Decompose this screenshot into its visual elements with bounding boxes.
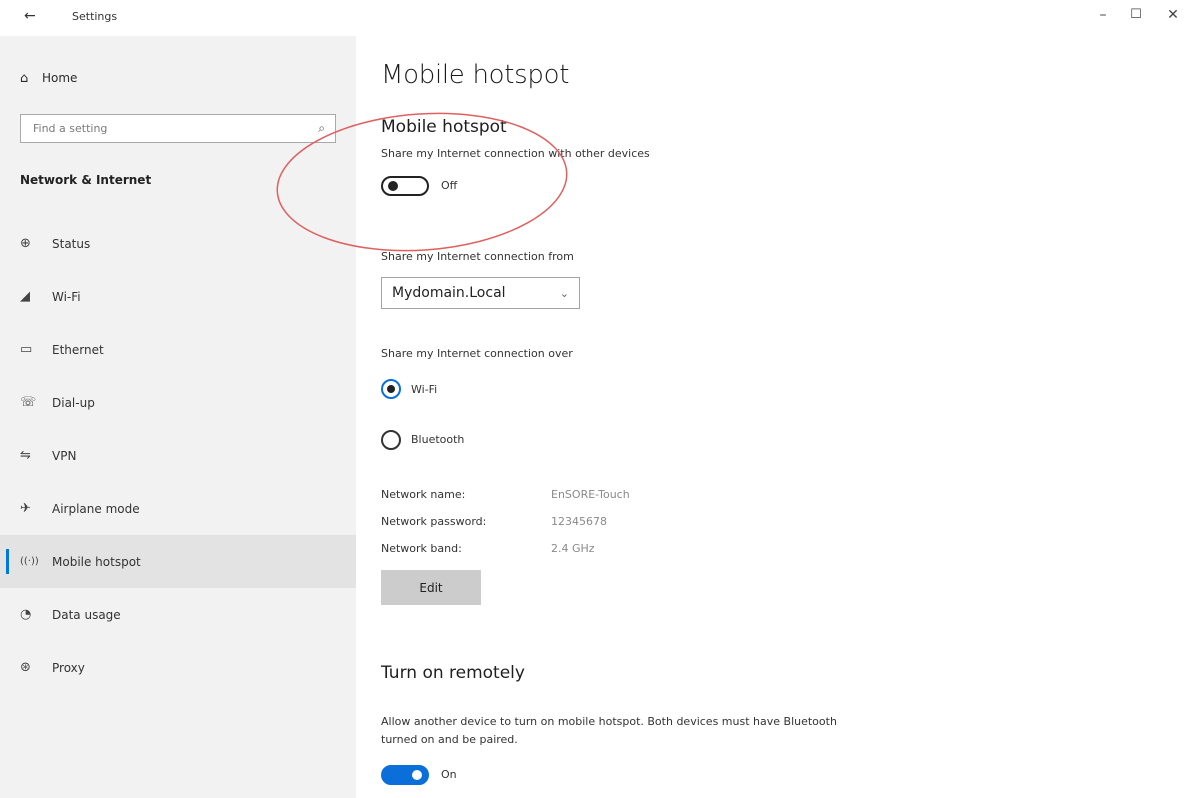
sidebar-item-dialup[interactable]: ☏ Dial-up: [0, 376, 356, 429]
sidebar-item-label: Proxy: [52, 660, 85, 675]
toggle-knob: [412, 770, 422, 780]
wifi-radio-label[interactable]: Wi-Fi: [411, 383, 437, 396]
close-button[interactable]: ✕: [1163, 7, 1183, 23]
sidebar-nav: ⊕ Status ◢ Wi-Fi ▭ Ethernet ☏ Dial-up ⇋ …: [0, 217, 356, 694]
sidebar-item-mobile-hotspot[interactable]: ((·)) Mobile hotspot: [0, 535, 356, 588]
radio-dot: [387, 385, 395, 393]
sidebar-item-proxy[interactable]: ⊛ Proxy: [0, 641, 356, 694]
bluetooth-radio-label[interactable]: Bluetooth: [411, 433, 464, 446]
chevron-down-icon: ⌄: [559, 286, 569, 300]
network-name-value: EnSORE-Touch: [551, 488, 630, 501]
hotspot-toggle[interactable]: [381, 176, 429, 196]
sidebar-item-ethernet[interactable]: ▭ Ethernet: [0, 323, 356, 376]
network-password-value: 12345678: [551, 515, 607, 528]
search-input[interactable]: [31, 121, 319, 136]
sidebar-item-label: Mobile hotspot: [52, 554, 141, 569]
phone-icon: ☏: [20, 395, 37, 410]
wifi-radio[interactable]: [381, 379, 401, 399]
proxy-icon: ⊛: [20, 660, 31, 675]
network-band-value: 2.4 GHz: [551, 542, 595, 555]
search-icon[interactable]: ⌕: [318, 121, 325, 136]
hotspot-heading: Mobile hotspot: [381, 117, 507, 137]
share-from-selected: Mydomain.Local: [392, 285, 506, 301]
toggle-knob: [388, 181, 398, 191]
page-title: Mobile hotspot: [381, 60, 570, 90]
sidebar-item-airplane-mode[interactable]: ✈ Airplane mode: [0, 482, 356, 535]
sidebar-item-vpn[interactable]: ⇋ VPN: [0, 429, 356, 482]
main-content: Mobile hotspot Mobile hotspot Share my I…: [381, 0, 1161, 798]
app-title: Settings: [72, 10, 118, 23]
home-icon: ⌂: [20, 70, 29, 86]
network-password-label: Network password:: [381, 515, 487, 528]
sidebar-item-label: Ethernet: [52, 342, 104, 357]
sidebar-item-label: Status: [52, 236, 91, 251]
network-band-label: Network band:: [381, 542, 462, 555]
share-over-label: Share my Internet connection over: [381, 347, 573, 360]
sidebar-item-label: Wi-Fi: [52, 289, 81, 304]
hotspot-icon: ((·)): [20, 556, 39, 567]
share-from-label: Share my Internet connection from: [381, 250, 574, 263]
edit-button[interactable]: Edit: [381, 570, 481, 605]
back-arrow-icon[interactable]: ←: [24, 8, 36, 24]
sidebar: ⌂ Home ⌕ Network & Internet ⊕ Status ◢ W…: [0, 36, 356, 798]
sidebar-item-label: Airplane mode: [52, 501, 140, 516]
sidebar-item-home[interactable]: ⌂ Home: [20, 66, 77, 90]
sidebar-item-label: Dial-up: [52, 395, 95, 410]
sidebar-item-label: Data usage: [52, 607, 121, 622]
hotspot-description: Share my Internet connection with other …: [381, 147, 650, 160]
sidebar-item-label: VPN: [52, 448, 77, 463]
share-from-dropdown[interactable]: Mydomain.Local ⌄: [381, 277, 580, 309]
remote-toggle[interactable]: [381, 765, 429, 785]
section-title: Network & Internet: [20, 173, 152, 187]
remote-heading: Turn on remotely: [381, 663, 525, 683]
airplane-icon: ✈: [20, 501, 31, 516]
remote-toggle-state: On: [441, 768, 457, 781]
network-name-label: Network name:: [381, 488, 466, 501]
sidebar-item-status[interactable]: ⊕ Status: [0, 217, 356, 270]
ethernet-icon: ▭: [20, 342, 33, 357]
hotspot-toggle-state: Off: [441, 179, 458, 192]
data-usage-icon: ◔: [20, 607, 32, 622]
sidebar-item-wifi[interactable]: ◢ Wi-Fi: [0, 270, 356, 323]
bluetooth-radio[interactable]: [381, 430, 401, 450]
wifi-icon: ◢: [20, 289, 30, 304]
sidebar-item-data-usage[interactable]: ◔ Data usage: [0, 588, 356, 641]
remote-description: Allow another device to turn on mobile h…: [381, 715, 837, 746]
home-label: Home: [42, 71, 78, 85]
search-box[interactable]: ⌕: [20, 114, 336, 143]
globe-icon: ⊕: [20, 236, 31, 251]
vpn-icon: ⇋: [20, 448, 31, 463]
